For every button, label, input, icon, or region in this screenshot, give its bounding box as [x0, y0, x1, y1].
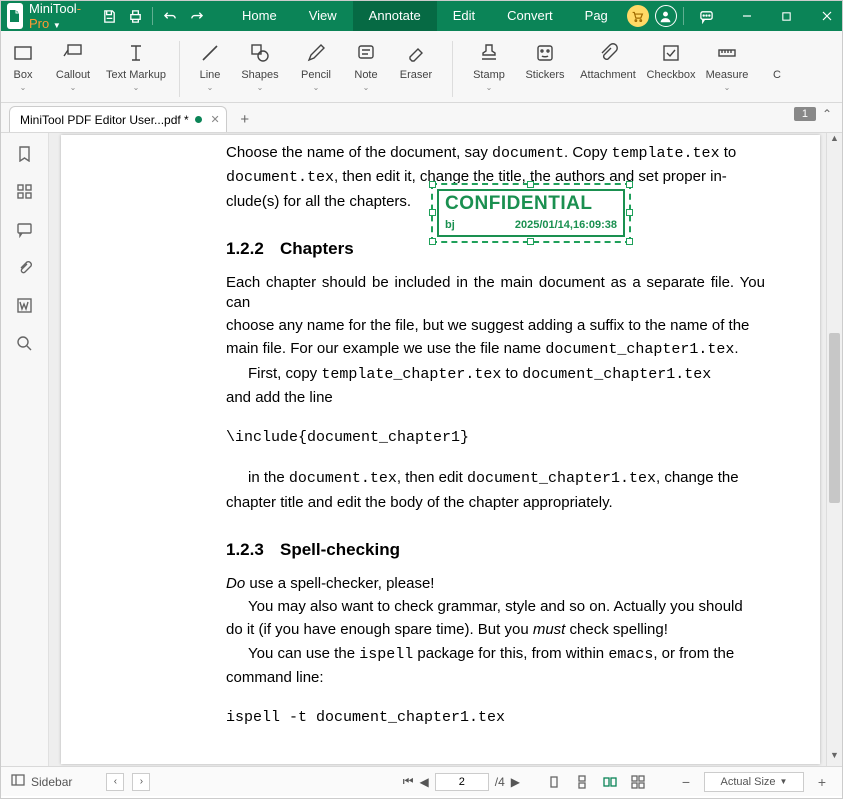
box-button[interactable]: Box⌄	[1, 37, 45, 91]
attachment-button[interactable]: Attachment	[573, 37, 643, 91]
callout-button[interactable]: Callout⌄	[45, 37, 101, 91]
confidential-stamp[interactable]: CONFIDENTIAL bj 2025/01/14,16:09:38	[431, 183, 631, 243]
line-button[interactable]: Line⌄	[188, 37, 232, 91]
word-icon[interactable]	[15, 295, 35, 315]
user-icon[interactable]	[655, 5, 677, 27]
zoom-select[interactable]: Actual Size▼	[704, 772, 804, 792]
note-button[interactable]: Note⌄	[344, 37, 388, 91]
scroll-down-icon[interactable]: ▼	[827, 750, 842, 766]
document-viewport: Choose the name of the document, say doc…	[49, 133, 842, 766]
vertical-scrollbar[interactable]: ▲ ▼	[826, 133, 842, 766]
status-bar: Sidebar ‹ › ⏮ ◀ /4 ▶ − Actual Size▼ +	[1, 766, 842, 796]
cart-icon[interactable]	[627, 5, 649, 27]
measure-button[interactable]: Measure⌄	[699, 37, 755, 91]
bookmark-icon[interactable]	[15, 143, 35, 163]
side-panel	[1, 133, 49, 766]
stamp-button[interactable]: Stamp⌄	[461, 37, 517, 91]
menu-edit[interactable]: Edit	[437, 1, 491, 31]
tab-label: MiniTool PDF Editor User...pdf *	[20, 113, 189, 127]
page-input[interactable]	[435, 773, 489, 791]
page-badge: 1	[794, 107, 816, 121]
sidebar-label: Sidebar	[31, 775, 72, 789]
checkbox-button[interactable]: Checkbox	[643, 37, 699, 91]
attachments-icon[interactable]	[15, 257, 35, 277]
maximize-icon[interactable]	[767, 1, 807, 31]
title-bar: MiniTool-Pro ▼ Home View Annotate Edit C…	[1, 1, 842, 31]
view-facing-cont-icon[interactable]	[628, 773, 648, 791]
pencil-button[interactable]: Pencil⌄	[288, 37, 344, 91]
save-icon[interactable]	[97, 4, 121, 28]
tab-bar: MiniTool PDF Editor User...pdf * ✕ + 1 ⌃	[1, 103, 842, 133]
new-tab-button[interactable]: +	[235, 109, 255, 129]
menu-annotate[interactable]: Annotate	[353, 1, 437, 31]
comments-icon[interactable]	[15, 219, 35, 239]
c-button[interactable]: C	[755, 37, 799, 91]
feedback-icon[interactable]	[687, 1, 727, 31]
zoom-out-button[interactable]: −	[676, 773, 696, 791]
menu-page[interactable]: Pag	[569, 1, 624, 31]
ribbon: Box⌄ Callout⌄ Text Markup⌄ Line⌄ Shapes⌄…	[1, 31, 842, 103]
tab-close-icon[interactable]: ✕	[211, 113, 220, 126]
thumbnails-icon[interactable]	[15, 181, 35, 201]
page-total: /4	[495, 775, 505, 789]
menu-home[interactable]: Home	[226, 1, 293, 31]
close-icon[interactable]	[807, 1, 843, 31]
redo-icon[interactable]	[184, 4, 208, 28]
sidebar-toggle-icon[interactable]	[11, 773, 25, 790]
scroll-up-icon[interactable]: ▲	[827, 133, 842, 149]
search-icon[interactable]	[15, 333, 35, 353]
workspace: Choose the name of the document, say doc…	[1, 133, 842, 766]
modified-dot-icon	[195, 116, 202, 123]
print-icon[interactable]	[123, 4, 147, 28]
menu-convert[interactable]: Convert	[491, 1, 569, 31]
collapse-ribbon-icon[interactable]: ⌃	[822, 107, 832, 121]
document-tab[interactable]: MiniTool PDF Editor User...pdf * ✕	[9, 106, 227, 132]
next-page-button[interactable]: ›	[132, 773, 150, 791]
view-continuous-icon[interactable]	[572, 773, 592, 791]
menu-view[interactable]: View	[293, 1, 353, 31]
stamp-date: 2025/01/14,16:09:38	[515, 219, 617, 231]
app-logo	[7, 3, 23, 29]
undo-icon[interactable]	[158, 4, 182, 28]
minimize-icon[interactable]	[727, 1, 767, 31]
first-page-icon[interactable]: ⏮	[403, 774, 414, 789]
eraser-button[interactable]: Eraser	[388, 37, 444, 91]
scroll-thumb[interactable]	[829, 333, 840, 503]
zoom-in-button[interactable]: +	[812, 773, 832, 791]
stamp-user: bj	[445, 219, 455, 231]
text-markup-button[interactable]: Text Markup⌄	[101, 37, 171, 91]
view-single-icon[interactable]	[544, 773, 564, 791]
stamp-title: CONFIDENTIAL	[445, 193, 617, 215]
view-facing-icon[interactable]	[600, 773, 620, 791]
prev-page-button[interactable]: ‹	[106, 773, 124, 791]
stickers-button[interactable]: Stickers	[517, 37, 573, 91]
page-prev-icon[interactable]: ◀	[420, 775, 429, 789]
app-name: MiniTool-Pro ▼	[29, 1, 81, 31]
page-next-icon[interactable]: ▶	[511, 775, 520, 789]
shapes-button[interactable]: Shapes⌄	[232, 37, 288, 91]
